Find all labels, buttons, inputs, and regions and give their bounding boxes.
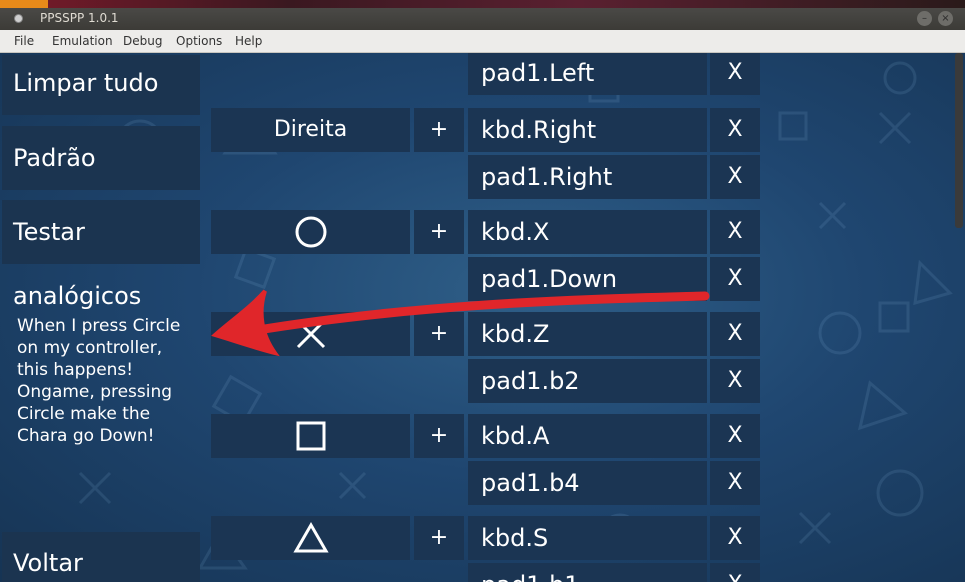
delete-binding-button[interactable]: X (710, 155, 760, 199)
app-icon (14, 14, 23, 23)
delete-binding-button[interactable]: X (710, 53, 760, 95)
minimize-button[interactable]: – (917, 11, 932, 26)
add-mapping-button[interactable]: + (414, 108, 464, 152)
key-binding[interactable]: kbd.S (468, 516, 707, 560)
key-binding[interactable]: kbd.A (468, 414, 707, 458)
key-binding[interactable]: kbd.X (468, 210, 707, 254)
menu-file[interactable]: File (14, 34, 34, 48)
delete-binding-button[interactable]: X (710, 312, 760, 356)
annotation-note: When I press Circle on my controller, th… (17, 315, 212, 447)
key-binding[interactable]: kbd.Right (468, 108, 707, 152)
menu-emulation[interactable]: Emulation (52, 34, 113, 48)
default-button[interactable]: Padrão (2, 126, 200, 190)
clear-all-button[interactable]: Limpar tudo (2, 55, 200, 115)
back-button[interactable]: Voltar (2, 532, 200, 582)
test-analogs-button[interactable]: Testar analógicos (2, 200, 200, 310)
annotation-line: Circle make the (17, 404, 151, 424)
annotation-line: Chara go Down! (17, 426, 155, 446)
key-binding[interactable]: pad1.b1 (468, 563, 707, 582)
title-bar: PPSSPP 1.0.1 – × (0, 8, 965, 30)
delete-binding-button[interactable]: X (710, 563, 760, 582)
key-binding[interactable]: pad1.Right (468, 155, 707, 199)
delete-binding-button[interactable]: X (710, 210, 760, 254)
annotation-line: this happens! (17, 360, 134, 380)
square-icon (294, 419, 328, 469)
control-mapping-screen: Limpar tudo Padrão Testar analógicos Vol… (0, 53, 965, 582)
annotation-line: When I press Circle (17, 316, 181, 336)
key-binding[interactable]: kbd.Z (468, 312, 707, 356)
delete-binding-button[interactable]: X (710, 414, 760, 458)
scrollbar[interactable] (955, 53, 963, 228)
mapped-button (211, 516, 410, 560)
add-mapping-button[interactable]: + (414, 414, 464, 458)
mapped-button: Direita (211, 108, 410, 152)
menu-bar: File Emulation Debug Options Help (0, 30, 965, 53)
mapped-button (211, 312, 410, 356)
window-title: PPSSPP 1.0.1 (40, 11, 119, 25)
annotation-line: on my controller, (17, 338, 163, 358)
launcher-strip (0, 0, 48, 8)
mapped-button (211, 414, 410, 458)
delete-binding-button[interactable]: X (710, 108, 760, 152)
annotation-line: Ongame, pressing (17, 382, 173, 402)
mapped-button (211, 210, 410, 254)
desktop-top-strip (0, 0, 965, 8)
delete-binding-button[interactable]: X (710, 359, 760, 403)
close-button[interactable]: × (938, 11, 953, 26)
add-mapping-button[interactable]: + (414, 210, 464, 254)
delete-binding-button[interactable]: X (710, 461, 760, 505)
add-mapping-button[interactable]: + (414, 516, 464, 560)
menu-help[interactable]: Help (235, 34, 262, 48)
menu-debug[interactable]: Debug (123, 34, 162, 48)
delete-binding-button[interactable]: X (710, 257, 760, 301)
triangle-icon (292, 521, 329, 571)
key-binding[interactable]: pad1.b2 (468, 359, 707, 403)
delete-binding-button[interactable]: X (710, 516, 760, 560)
circle-icon (294, 215, 328, 265)
add-mapping-button[interactable]: + (414, 312, 464, 356)
key-binding[interactable]: pad1.b4 (468, 461, 707, 505)
key-binding[interactable]: pad1.Left (468, 53, 707, 95)
menu-options[interactable]: Options (176, 34, 222, 48)
key-binding[interactable]: pad1.Down (468, 257, 707, 301)
cross-icon (294, 317, 328, 367)
